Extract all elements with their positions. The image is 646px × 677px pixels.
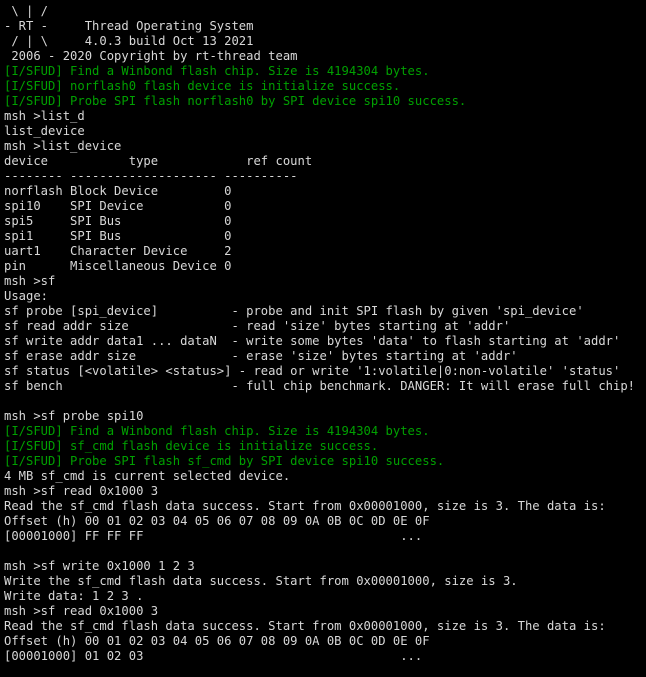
banner-copyright: 2006 - 2020 Copyright by rt-thread team [4, 49, 298, 63]
banner-logo-1: \ | / [4, 4, 49, 18]
terminal-screen[interactable]: \ | / - RT - Thread Operating System / | … [0, 0, 646, 677]
cmd-list-d: msh >list_d [4, 109, 85, 123]
banner-logo-2: - RT - Thread Operating System [4, 19, 254, 33]
out-write-data: Write data: 1 2 3 . [4, 589, 144, 603]
usage-write: sf write addr data1 ... dataN - write so… [4, 334, 621, 348]
usage-header: Usage: [4, 289, 49, 303]
out-read-success-2: Read the sf_cmd flash data success. Star… [4, 619, 606, 633]
log-sfud-probe-2: [I/SFUD] Probe SPI flash sf_cmd by SPI d… [4, 454, 445, 468]
usage-read: sf read addr size - read 'size' bytes st… [4, 319, 511, 333]
table-separator: -------- -------------------- ---------- [4, 169, 298, 183]
out-offset-header-1: Offset (h) 00 01 02 03 04 05 06 07 08 09… [4, 514, 430, 528]
cmd-sf-read-2: msh >sf read 0x1000 3 [4, 604, 159, 618]
table-row-spi5: spi5 SPI Bus 0 [4, 214, 232, 228]
table-row-norflash: norflash Block Device 0 [4, 184, 232, 198]
out-offset-header-2: Offset (h) 00 01 02 03 04 05 06 07 08 09… [4, 634, 430, 648]
table-row-uart1: uart1 Character Device 2 [4, 244, 232, 258]
usage-probe: sf probe [spi_device] - probe and init S… [4, 304, 584, 318]
out-write-success: Write the sf_cmd flash data success. Sta… [4, 574, 518, 588]
cmd-sf: msh >sf [4, 274, 56, 288]
blank-1 [4, 394, 646, 409]
log-sfud-find-1: [I/SFUD] Find a Winbond flash chip. Size… [4, 64, 430, 78]
cmd-sf-write: msh >sf write 0x1000 1 2 3 [4, 559, 195, 573]
table-header: device type ref count [4, 154, 313, 168]
log-sfud-find-2: [I/SFUD] Find a Winbond flash chip. Size… [4, 424, 430, 438]
usage-bench: sf bench - full chip benchmark. DANGER: … [4, 379, 636, 393]
out-read-success-1: Read the sf_cmd flash data success. Star… [4, 499, 606, 513]
usage-erase: sf erase addr size - erase 'size' bytes … [4, 349, 518, 363]
cmd-list-device: msh >list_device [4, 139, 122, 153]
blank-2 [4, 544, 646, 559]
table-row-spi10: spi10 SPI Device 0 [4, 199, 232, 213]
table-row-spi1: spi1 SPI Bus 0 [4, 229, 232, 243]
out-selected-device: 4 MB sf_cmd is current selected device. [4, 469, 291, 483]
table-row-pin: pin Miscellaneous Device 0 [4, 259, 232, 273]
cmd-sf-probe: msh >sf probe spi10 [4, 409, 144, 423]
banner-logo-3: / | \ 4.0.3 build Oct 13 2021 [4, 34, 254, 48]
usage-status: sf status [<volatile> <status>] - read o… [4, 364, 621, 378]
log-sfud-init-2: [I/SFUD] sf_cmd flash device is initiali… [4, 439, 379, 453]
out-hexdump-2: [00001000] 01 02 03 ... [4, 649, 423, 663]
cmd-sf-read-1: msh >sf read 0x1000 3 [4, 484, 159, 498]
out-hexdump-1: [00001000] FF FF FF ... [4, 529, 423, 543]
log-sfud-init-1: [I/SFUD] norflash0 flash device is initi… [4, 79, 401, 93]
log-sfud-probe-1: [I/SFUD] Probe SPI flash norflash0 by SP… [4, 94, 467, 108]
out-list-device-hint: list_device [4, 124, 85, 138]
